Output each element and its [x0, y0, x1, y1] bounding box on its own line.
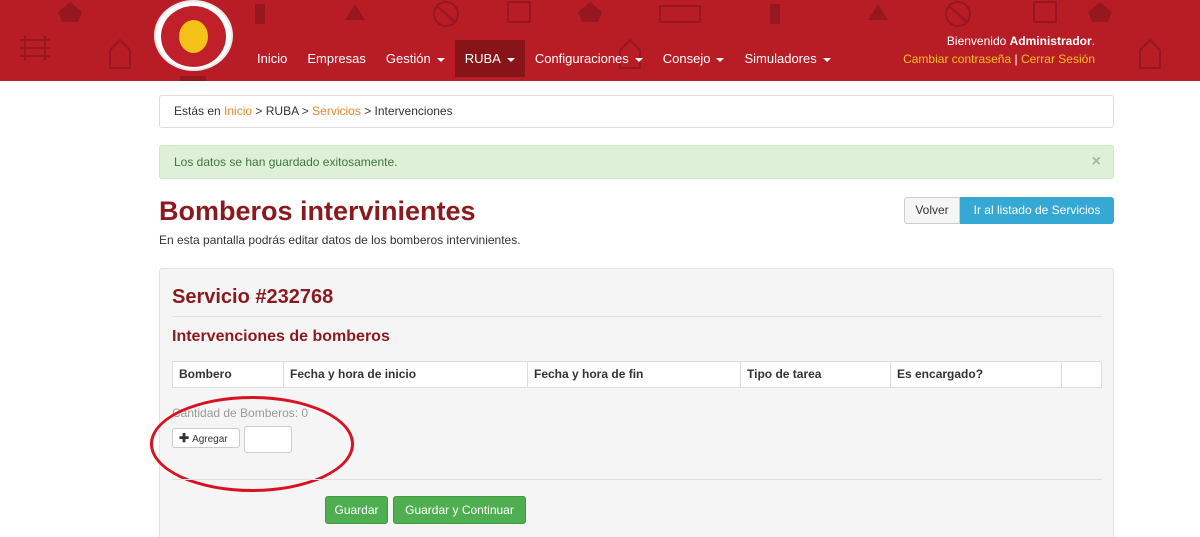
column-header-task-type[interactable]: Tipo de tarea — [741, 362, 891, 387]
user-links-separator: | — [1014, 52, 1018, 66]
nav-item-label: RUBA — [464, 51, 501, 66]
nav-item-label: Consejo — [662, 51, 711, 66]
nav-item-label: Empresas — [307, 51, 366, 66]
breadcrumb-item-inicio[interactable]: Inicio — [224, 104, 252, 118]
breadcrumb-separator: > — [255, 104, 263, 118]
column-header-start[interactable]: Fecha y hora de inicio — [284, 362, 528, 387]
nav-item-label: Inicio — [257, 51, 288, 66]
nav-item-gestin[interactable]: Gestión — [376, 40, 455, 77]
column-header-in-charge[interactable]: Es encargado? — [891, 362, 1062, 387]
column-header-actions — [1062, 362, 1101, 387]
logo-emblem — [179, 20, 208, 53]
service-panel: Servicio #232768 Intervenciones de bombe… — [150, 268, 1114, 537]
breadcrumb-item-intervenciones: Intervenciones — [374, 104, 453, 118]
services-list-button[interactable]: Ir al listado de Servicios — [960, 197, 1114, 224]
change-password-link[interactable]: Cambiar contraseña — [903, 52, 1011, 66]
nav-item-configuraciones[interactable]: Configuraciones — [525, 40, 653, 77]
alert-message: Los datos se han guardado exitosamente. — [174, 155, 398, 169]
breadcrumb-prefix: Estás en — [174, 104, 221, 118]
logout-link[interactable]: Cerrar Sesión — [1021, 52, 1095, 66]
nav-item-label: Simuladores — [744, 51, 817, 66]
divider — [172, 479, 1102, 480]
nav-item-simuladores[interactable]: Simuladores — [734, 40, 840, 77]
success-alert: Los datos se han guardado exitosamente. … — [159, 145, 1114, 179]
highlight-circle — [150, 396, 354, 492]
nav-item-ruba[interactable]: RUBA — [454, 40, 525, 77]
close-icon[interactable]: × — [1092, 146, 1101, 178]
breadcrumb-separator: > — [364, 104, 372, 118]
logo-ring — [161, 6, 226, 67]
brand-logo[interactable] — [154, 0, 233, 71]
nav-item-label: Gestión — [385, 51, 431, 66]
nav-item-consejo[interactable]: Consejo — [653, 40, 735, 77]
user-name: Administrador — [1009, 34, 1092, 48]
nav-item-empresas[interactable]: Empresas — [297, 40, 376, 77]
chevron-down-icon — [716, 57, 725, 62]
user-links: Cambiar contraseña | Cerrar Sesión — [903, 50, 1095, 68]
page-title: Bomberos intervinientes — [159, 196, 476, 226]
nav-item-inicio[interactable]: Inicio — [247, 40, 297, 77]
column-header-end[interactable]: Fecha y hora de fin — [528, 362, 741, 387]
main-nav: Inicio Empresas Gestión RUBA Configuraciones… — [247, 40, 841, 77]
welcome-prefix: Bienvenido — [946, 34, 1007, 48]
breadcrumb-item-ruba: RUBA — [265, 104, 299, 118]
breadcrumb: Estás en Inicio > RUBA > Servicios > Int… — [159, 95, 1114, 128]
divider — [172, 316, 1102, 317]
breadcrumb-separator: > — [301, 104, 309, 118]
chevron-down-icon — [436, 57, 445, 62]
section-title: Intervenciones de bomberos — [172, 328, 390, 345]
save-continue-button[interactable]: Guardar y Continuar — [393, 496, 526, 524]
chevron-down-icon — [822, 57, 831, 62]
nav-item-label: Configuraciones — [534, 51, 629, 66]
chevron-down-icon — [634, 57, 643, 62]
welcome-line: Bienvenido Administrador. — [946, 34, 1095, 48]
column-header-bombero[interactable]: Bombero — [173, 362, 284, 387]
breadcrumb-item-servicios[interactable]: Servicios — [312, 104, 361, 118]
interventions-table-header: Bombero Fecha y hora de inicio Fecha y h… — [172, 361, 1102, 388]
chevron-down-icon — [506, 57, 515, 62]
save-button[interactable]: Guardar — [325, 496, 388, 524]
back-button[interactable]: Volver — [904, 197, 960, 224]
top-navbar: Inicio Empresas Gestión RUBA Configuraciones… — [0, 0, 1200, 81]
user-box: Bienvenido Administrador. Cambiar contra… — [903, 32, 1095, 68]
service-title: Servicio #232768 — [172, 286, 334, 308]
page-subtitle: En esta pantalla podrás editar datos de … — [159, 233, 521, 247]
